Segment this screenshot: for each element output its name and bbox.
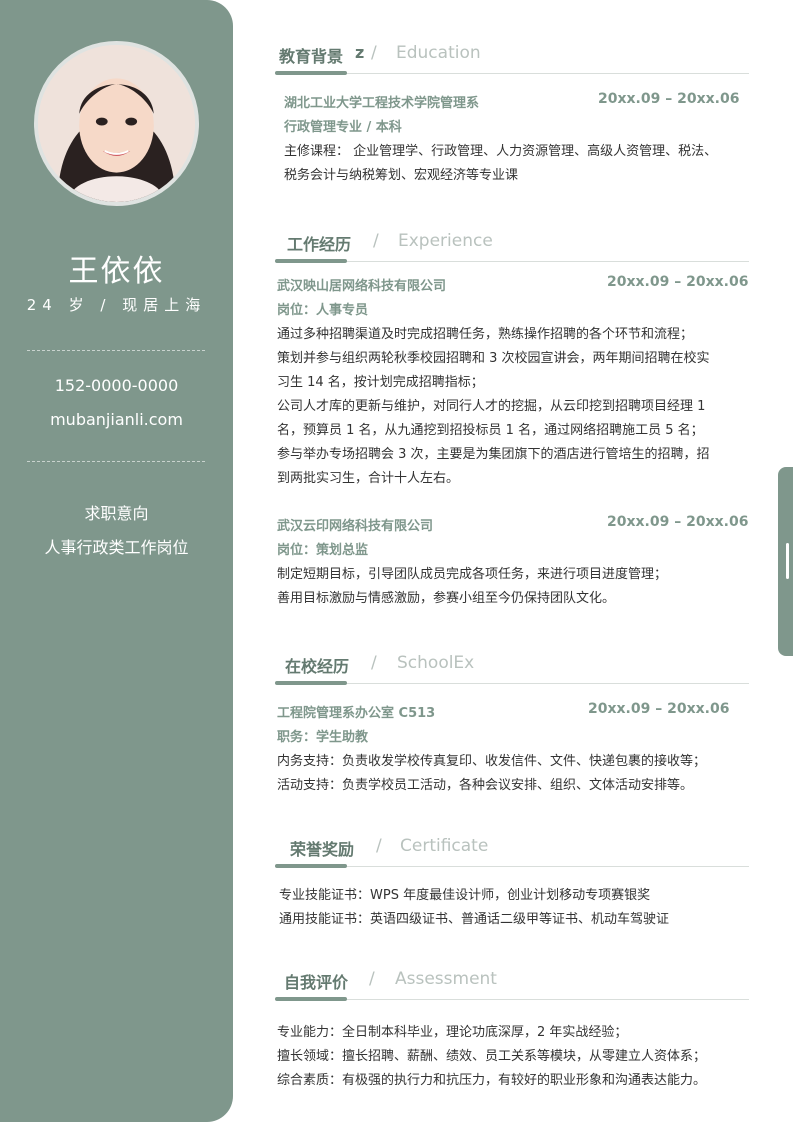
- profile-age-location: 24 岁 / 现居上海: [26, 296, 207, 314]
- school-date: 20xx.09 – 20xx.06: [588, 701, 730, 717]
- profile-phone: 152-0000-0000: [54, 376, 179, 395]
- job-line: 通过多种招聘渠道及时完成招聘任务，熟练操作招聘的各个环节和流程；: [277, 327, 694, 342]
- school-line: 内务支持：负责收发学校传真复印、收发信件、文件、快递包裹的接收等；: [277, 754, 707, 769]
- section-slash: /: [376, 836, 382, 856]
- school-position: 职务：学生助教: [277, 730, 369, 745]
- edu-courses: 税务会计与纳税筹划、宏观经济等专业课: [284, 168, 519, 183]
- job-line: 公司人才库的更新与维护，对同行人才的挖掘，从云印挖到招聘项目经理 1: [277, 399, 706, 414]
- section-title: 荣誉奖励: [290, 840, 355, 859]
- certificate-line: 通用技能证书：英语四级证书、普通话二级甲等证书、机动车驾驶证: [279, 912, 670, 927]
- section-slash: /: [371, 43, 377, 63]
- job-line: 善用目标激励与情感激励，参赛小组至今仍保持团队文化。: [277, 591, 616, 606]
- section-title-mark: z: [355, 43, 365, 62]
- section-slash: /: [373, 231, 379, 251]
- grip-handle-icon: [786, 543, 789, 579]
- job-position: 岗位：策划总监: [277, 543, 369, 558]
- job-date: 20xx.09 – 20xx.06: [607, 274, 749, 290]
- section-title: 教育背景: [279, 47, 344, 66]
- edu-school: 湖北工业大学工程技术学院管理系: [284, 96, 480, 111]
- edu-courses: 主修课程： 企业管理学、行政管理、人力资源管理、高级人资管理、税法、: [284, 144, 718, 159]
- section-experience-header: 工作经历 / Experience: [275, 231, 749, 271]
- section-accent-bar: [275, 997, 347, 1001]
- section-slash: /: [371, 653, 377, 673]
- section-title-en: SchoolEx: [397, 653, 475, 673]
- section-title-en: Assessment: [395, 969, 497, 989]
- section-assessment-header: 自我评价 / Assessment: [275, 969, 749, 1009]
- section-title: 工作经历: [287, 235, 352, 254]
- section-title-en: Certificate: [400, 836, 489, 856]
- section-accent-bar: [275, 864, 347, 868]
- section-title-en: Education: [396, 43, 481, 63]
- sidebar: 王依依 24 岁 / 现居上海 152-0000-0000 mubanjianl…: [0, 0, 233, 1122]
- section-accent-bar: [275, 259, 347, 263]
- edu-date: 20xx.09 – 20xx.06: [598, 91, 740, 107]
- divider: [27, 461, 205, 462]
- section-accent-bar: [275, 71, 347, 75]
- job-line: 参与举办专场招聘会 3 次，主要是为集团旗下的酒店进行管培生的招聘，招: [277, 447, 710, 462]
- school-org: 工程院管理系办公室 C513: [277, 706, 436, 721]
- intent-title: 求职意向: [84, 504, 149, 523]
- section-accent-bar: [275, 681, 347, 685]
- job-company: 武汉映山居网络科技有限公司: [277, 279, 447, 294]
- avatar: [34, 41, 199, 206]
- job-line: 到两批实习生，合计十人左右。: [277, 471, 460, 486]
- profile-photo: [38, 45, 195, 202]
- assessment-line: 综合素质：有极强的执行力和抗压力，有较好的职业形象和沟通表达能力。: [277, 1073, 707, 1088]
- intent-value: 人事行政类工作岗位: [44, 538, 189, 557]
- assessment-line: 专业能力：全日制本科毕业，理论功底深厚，2 年实战经验；: [277, 1025, 628, 1040]
- job-position: 岗位：人事专员: [277, 303, 369, 318]
- section-school-header: 在校经历 / SchoolEx: [275, 653, 749, 693]
- section-title: 自我评价: [284, 973, 349, 992]
- assessment-line: 擅长领域：擅长招聘、薪酬、绩效、员工关系等模块，从零建立人资体系；: [277, 1049, 707, 1064]
- profile-website: mubanjianli.com: [50, 410, 183, 429]
- job-company: 武汉云印网络科技有限公司: [277, 519, 434, 534]
- edu-major: 行政管理专业 / 本科: [284, 120, 402, 135]
- job-line: 策划并参与组织两轮秋季校园招聘和 3 次校园宣讲会，两年期间招聘在校实: [277, 351, 710, 366]
- job-line: 制定短期目标，引导团队成员完成各项任务，来进行项目进度管理；: [277, 567, 668, 582]
- job-line: 习生 14 名，按计划完成招聘指标；: [277, 375, 484, 390]
- side-scroll-tab[interactable]: [778, 467, 793, 656]
- profile-name: 王依依: [68, 254, 165, 289]
- section-slash: /: [369, 969, 375, 989]
- section-certificate-header: 荣誉奖励 / Certificate: [275, 836, 749, 876]
- certificate-line: 专业技能证书：WPS 年度最佳设计师，创业计划移动专项赛银奖: [279, 888, 651, 903]
- job-line: 名，预算员 1 名，从九通挖到招投标员 1 名，通过网络招聘施工员 5 名；: [277, 423, 704, 438]
- school-line: 活动支持：负责学校员工活动，各种会议安排、组织、文体活动安排等。: [277, 778, 694, 793]
- section-title-en: Experience: [398, 231, 493, 251]
- section-title: 在校经历: [285, 657, 350, 676]
- divider: [27, 350, 205, 351]
- job-date: 20xx.09 – 20xx.06: [607, 514, 749, 530]
- section-education-header: 教育背景 z / Education: [275, 43, 749, 83]
